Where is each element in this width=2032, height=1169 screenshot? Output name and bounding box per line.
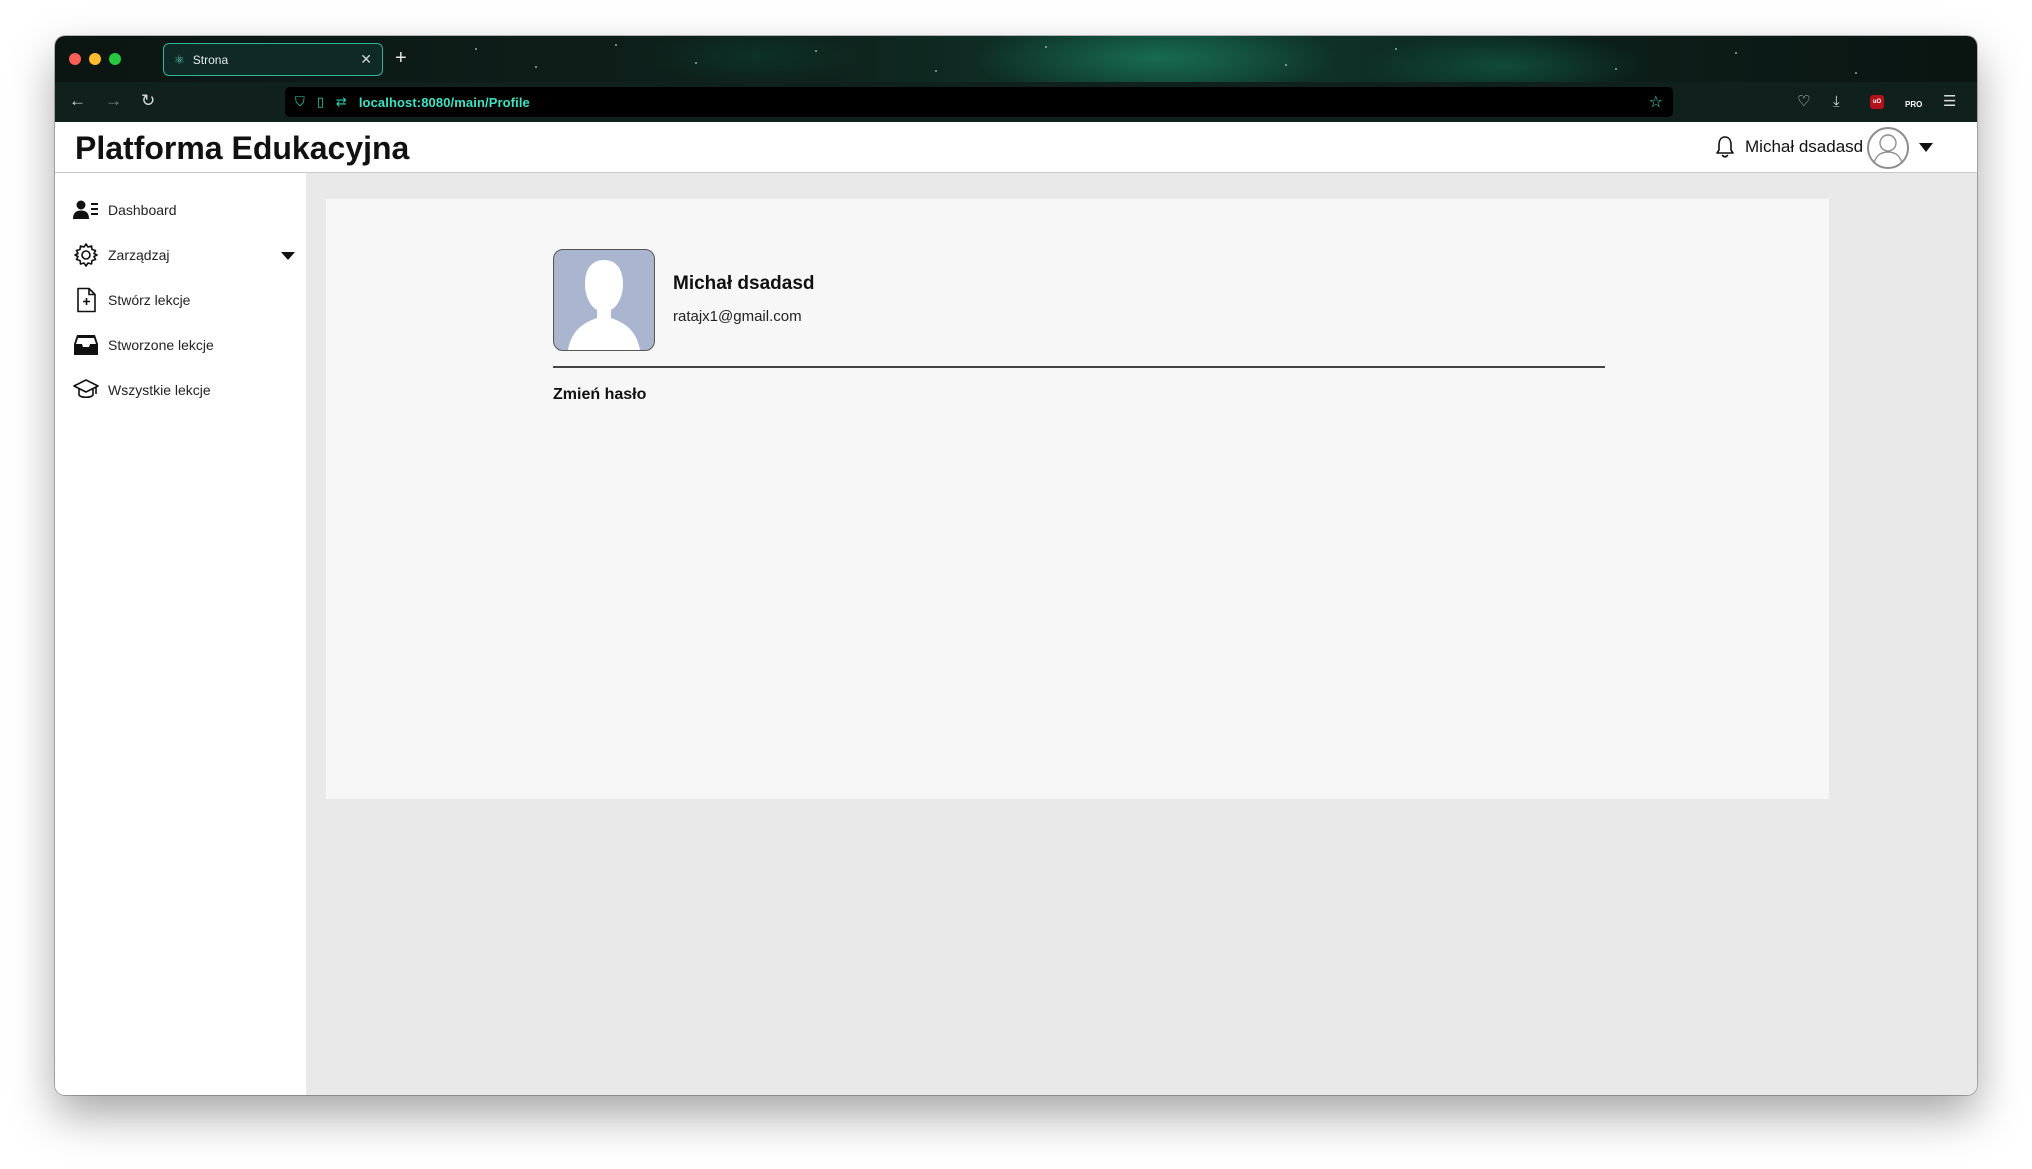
app-header: Platforma Edukacyjna Michał dsadasd [55, 122, 1977, 173]
chevron-down-icon[interactable] [281, 252, 295, 260]
shield-icon[interactable]: ⛉ [295, 94, 305, 110]
profile-card: Michał dsadasd ratajx1@gmail.com Zmień h… [326, 199, 1829, 799]
bell-icon[interactable] [1713, 134, 1737, 160]
file-plus-icon [73, 287, 99, 313]
react-icon: ⚛ [174, 52, 185, 67]
hamburger-menu-icon[interactable]: ☰ [1943, 91, 1956, 113]
sidebar-item-label: Dashboard [108, 202, 177, 218]
user-list-icon [73, 197, 99, 223]
sidebar-item-stworzone-lekcje[interactable]: Stworzone lekcje [73, 330, 293, 360]
minimize-window-button[interactable] [89, 53, 101, 65]
graduation-cap-icon [73, 377, 99, 403]
sidebar-item-stworz-lekcje[interactable]: Stwórz lekcje [73, 285, 293, 315]
star-icon[interactable]: ☆ [1649, 92, 1663, 112]
user-menu-caret-icon[interactable] [1919, 143, 1933, 152]
sidebar-item-dashboard[interactable]: Dashboard [73, 195, 293, 225]
avatar-silhouette-icon [568, 260, 640, 350]
gear-icon [73, 242, 99, 268]
url-text[interactable]: localhost:8080/main/Profile [359, 95, 530, 110]
divider [553, 366, 1605, 368]
header-user-name[interactable]: Michał dsadasd [1745, 137, 1863, 157]
profile-name: Michał dsadasd [673, 273, 815, 294]
permissions-icon[interactable]: ⇄ [336, 94, 347, 110]
address-bar[interactable]: ⛉ ▯ ⇄ localhost:8080/main/Profile ☆ [285, 87, 1673, 117]
sidebar-item-label: Stworzone lekcje [108, 337, 214, 353]
profile-avatar [553, 249, 655, 351]
forward-button[interactable]: → [105, 90, 122, 112]
pocket-icon[interactable]: ♡ [1797, 91, 1810, 113]
sidebar-item-label: Stwórz lekcje [108, 292, 191, 308]
close-window-button[interactable] [69, 53, 81, 65]
back-button[interactable]: ← [69, 90, 86, 112]
inbox-icon [73, 332, 99, 358]
tab-title: Strona [192, 52, 229, 67]
tab-bar: ⚛ Strona ✕ + [55, 36, 1977, 82]
main-content: Michał dsadasd ratajx1@gmail.com Zmień h… [306, 173, 1977, 1095]
sidebar-item-zarzadzaj[interactable]: Zarządzaj [73, 240, 295, 270]
pro-extension-icon[interactable]: PRO [1905, 94, 1922, 116]
download-icon[interactable]: ⤓ [1833, 91, 1840, 113]
sidebar: Dashboard Zarządzaj Stwórz lekcje Stworz… [55, 173, 306, 1095]
tab-strona[interactable]: ⚛ Strona ✕ [163, 43, 383, 76]
new-tab-button[interactable]: + [395, 46, 407, 70]
close-icon[interactable]: ✕ [360, 51, 372, 68]
sidebar-item-wszystkie-lekcje[interactable]: Wszystkie lekcje [73, 375, 293, 405]
profile-email: ratajx1@gmail.com [673, 308, 802, 325]
ublock-icon[interactable]: uO [1870, 95, 1884, 109]
sidebar-item-label: Wszystkie lekcje [108, 382, 211, 398]
reload-button[interactable]: ↻ [141, 90, 155, 112]
avatar-silhouette-icon [1872, 134, 1904, 167]
navigation-bar: ← → ↻ ⛉ ▯ ⇄ localhost:8080/main/Profile … [55, 82, 1977, 122]
browser-window: ⚛ Strona ✕ + ← → ↻ ⛉ ▯ ⇄ localhost:8080/… [55, 36, 1977, 1095]
app-title[interactable]: Platforma Edukacyjna [75, 130, 409, 167]
change-password-link[interactable]: Zmień hasło [553, 386, 646, 404]
maximize-window-button[interactable] [109, 53, 121, 65]
page-icon: ▯ [316, 94, 324, 109]
sidebar-item-label: Zarządzaj [108, 247, 170, 263]
user-avatar[interactable] [1867, 127, 1909, 169]
